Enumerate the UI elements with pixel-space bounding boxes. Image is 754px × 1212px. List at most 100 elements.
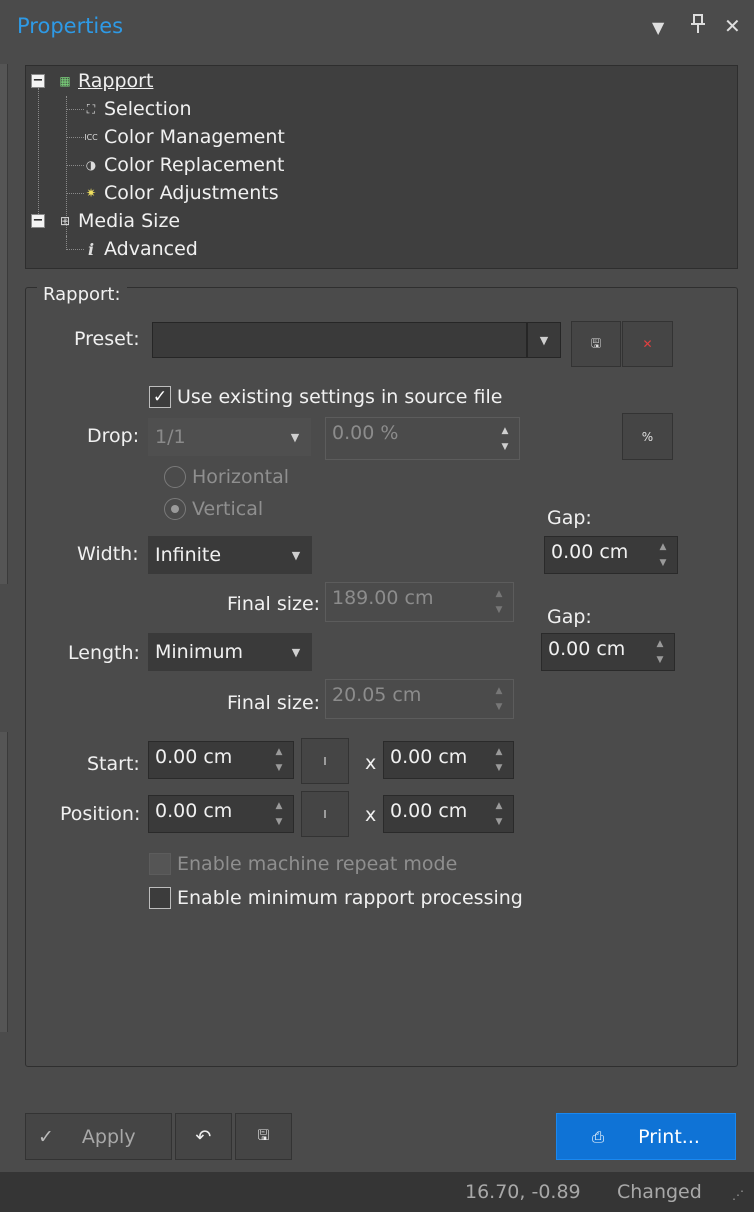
position-x-spinner[interactable]: 0.00 cm ▲ ▼ xyxy=(148,795,294,833)
spin-up-icon[interactable]: ▲ xyxy=(496,798,503,814)
length-gap-label: Gap: xyxy=(547,606,592,628)
spin-up-icon[interactable]: ▲ xyxy=(496,586,503,602)
spin-up-icon[interactable]: ▲ xyxy=(657,636,664,652)
machine-repeat-checkbox[interactable] xyxy=(149,853,171,875)
length-label: Length: xyxy=(68,642,140,664)
start-x-spinner[interactable]: 0.00 cm ▲ ▼ xyxy=(148,741,294,779)
spin-down-icon[interactable]: ▼ xyxy=(660,555,667,571)
drop-percent-value: 0.00 % xyxy=(332,422,399,444)
spin-up-icon[interactable]: ▲ xyxy=(502,423,509,439)
width-final-size-label: Final size: xyxy=(227,593,321,615)
sun-icon: ✷ xyxy=(85,186,97,200)
preset-label: Preset: xyxy=(74,328,140,350)
print-button[interactable]: ⎙ Print... xyxy=(556,1113,736,1160)
undo-icon: ↶ xyxy=(195,1125,212,1148)
spin-down-icon[interactable]: ▼ xyxy=(496,760,503,776)
tree-item-label: Rapport xyxy=(78,70,154,92)
dropdown-menu-icon[interactable]: ▼ xyxy=(652,18,664,37)
resize-grip-icon[interactable]: ⋰ xyxy=(732,1188,744,1202)
start-x-value: 0.00 cm xyxy=(155,746,233,768)
position-y-spinner[interactable]: 0.00 cm ▲ ▼ xyxy=(383,795,514,833)
tree-item-label: Selection xyxy=(104,98,192,120)
spin-up-icon[interactable]: ▲ xyxy=(496,683,503,699)
chevron-down-icon: ▼ xyxy=(291,645,301,659)
collapse-media-size-icon[interactable]: − xyxy=(31,214,45,228)
spin-down-icon[interactable]: ▼ xyxy=(502,439,509,455)
use-existing-checkbox[interactable]: ✓ xyxy=(149,386,171,408)
min-rapport-checkbox[interactable] xyxy=(149,887,171,909)
apply-button[interactable]: ✓ Apply xyxy=(25,1113,172,1160)
horizontal-radio[interactable] xyxy=(164,466,186,488)
machine-repeat-row[interactable]: Enable machine repeat mode xyxy=(149,853,457,875)
horizontal-radio-row[interactable]: Horizontal xyxy=(164,466,289,488)
tree-item-color-replacement[interactable]: ◑ Color Replacement xyxy=(82,152,285,178)
use-existing-label: Use existing settings in source file xyxy=(177,386,503,408)
vertical-radio-row[interactable]: Vertical xyxy=(164,498,263,520)
spin-up-icon[interactable]: ▲ xyxy=(276,744,283,760)
use-existing-checkbox-row[interactable]: ✓ Use existing settings in source file xyxy=(149,386,502,408)
property-tree: − ▦ Rapport ⛶ Selection ICC Color Manage… xyxy=(25,65,738,269)
preset-input[interactable] xyxy=(152,322,527,358)
start-link-button[interactable]: I xyxy=(301,738,349,784)
chevron-down-icon: ▼ xyxy=(291,548,301,562)
width-final-size-value: 189.00 cm xyxy=(332,587,434,609)
spin-down-icon[interactable]: ▼ xyxy=(496,814,503,830)
delete-preset-button[interactable]: ✕ xyxy=(622,321,673,367)
percent-button[interactable]: % xyxy=(622,413,673,460)
tree-item-rapport[interactable]: ▦ Rapport xyxy=(56,68,153,94)
spin-up-icon[interactable]: ▲ xyxy=(660,539,667,555)
spin-down-icon[interactable]: ▼ xyxy=(276,760,283,776)
start-y-spinner[interactable]: 0.00 cm ▲ ▼ xyxy=(383,741,514,779)
status-bar: 16.70, -0.89 Changed ⋰ xyxy=(0,1172,754,1212)
save-icon: 🖫 xyxy=(257,1127,270,1144)
machine-repeat-label: Enable machine repeat mode xyxy=(177,853,458,875)
spin-up-icon[interactable]: ▲ xyxy=(276,798,283,814)
preset-dropdown-button[interactable]: ▼ xyxy=(527,322,561,358)
spin-down-icon[interactable]: ▼ xyxy=(657,652,664,668)
length-final-size-spinner[interactable]: 20.05 cm ▲ ▼ xyxy=(325,679,514,719)
tree-item-media-size[interactable]: ⊞ Media Size xyxy=(56,208,180,234)
save-button[interactable]: 🖫 xyxy=(235,1113,292,1160)
position-link-button[interactable]: I xyxy=(301,791,349,837)
tree-item-selection[interactable]: ⛶ Selection xyxy=(82,96,192,122)
tree-item-label: Color Adjustments xyxy=(104,182,279,204)
check-icon: ✓ xyxy=(38,1125,54,1148)
drop-select[interactable]: 1/1 ▼ xyxy=(148,418,311,456)
position-label: Position: xyxy=(60,803,141,825)
cursor-coordinates: 16.70, -0.89 xyxy=(465,1181,581,1203)
width-label: Width: xyxy=(77,543,139,565)
save-preset-button[interactable]: 🖫 xyxy=(571,321,621,367)
width-select[interactable]: Infinite ▼ xyxy=(148,536,312,574)
document-state: Changed xyxy=(617,1181,702,1203)
spin-up-icon[interactable]: ▲ xyxy=(496,744,503,760)
length-gap-spinner[interactable]: 0.00 cm ▲ ▼ xyxy=(541,633,675,671)
spin-down-icon[interactable]: ▼ xyxy=(496,699,503,715)
length-select[interactable]: Minimum ▼ xyxy=(148,633,312,671)
drop-percent-spinner[interactable]: 0.00 % ▲ ▼ xyxy=(325,417,520,460)
icc-icon: ICC xyxy=(84,132,98,142)
spin-down-icon[interactable]: ▼ xyxy=(276,814,283,830)
spin-down-icon[interactable]: ▼ xyxy=(496,602,503,618)
printer-icon: ⎙ xyxy=(592,1127,605,1146)
tree-item-color-adjustments[interactable]: ✷ Color Adjustments xyxy=(82,180,279,206)
tree-item-color-management[interactable]: ICC Color Management xyxy=(82,124,285,150)
apply-label: Apply xyxy=(81,1125,136,1148)
width-final-size-spinner[interactable]: 189.00 cm ▲ ▼ xyxy=(325,582,514,622)
pin-icon[interactable] xyxy=(690,14,706,39)
undo-button[interactable]: ↶ xyxy=(175,1113,232,1160)
close-icon[interactable]: ✕ xyxy=(724,14,741,38)
tree-item-label: Advanced xyxy=(104,238,198,260)
length-select-value: Minimum xyxy=(155,641,244,663)
chevron-down-icon: ▼ xyxy=(290,430,300,444)
vertical-radio[interactable] xyxy=(164,498,186,520)
width-gap-spinner[interactable]: 0.00 cm ▲ ▼ xyxy=(544,536,678,574)
tree-item-advanced[interactable]: i Advanced xyxy=(82,236,198,262)
link-icon: I xyxy=(323,754,327,768)
collapse-rapport-icon[interactable]: − xyxy=(31,74,45,88)
link-icon: I xyxy=(323,807,327,821)
rapport-group-label: Rapport: xyxy=(37,284,127,305)
chevron-down-icon: ▼ xyxy=(539,333,549,347)
drop-select-value: 1/1 xyxy=(155,426,186,448)
tree-line xyxy=(66,236,67,250)
min-rapport-row[interactable]: Enable minimum rapport processing xyxy=(149,887,523,909)
